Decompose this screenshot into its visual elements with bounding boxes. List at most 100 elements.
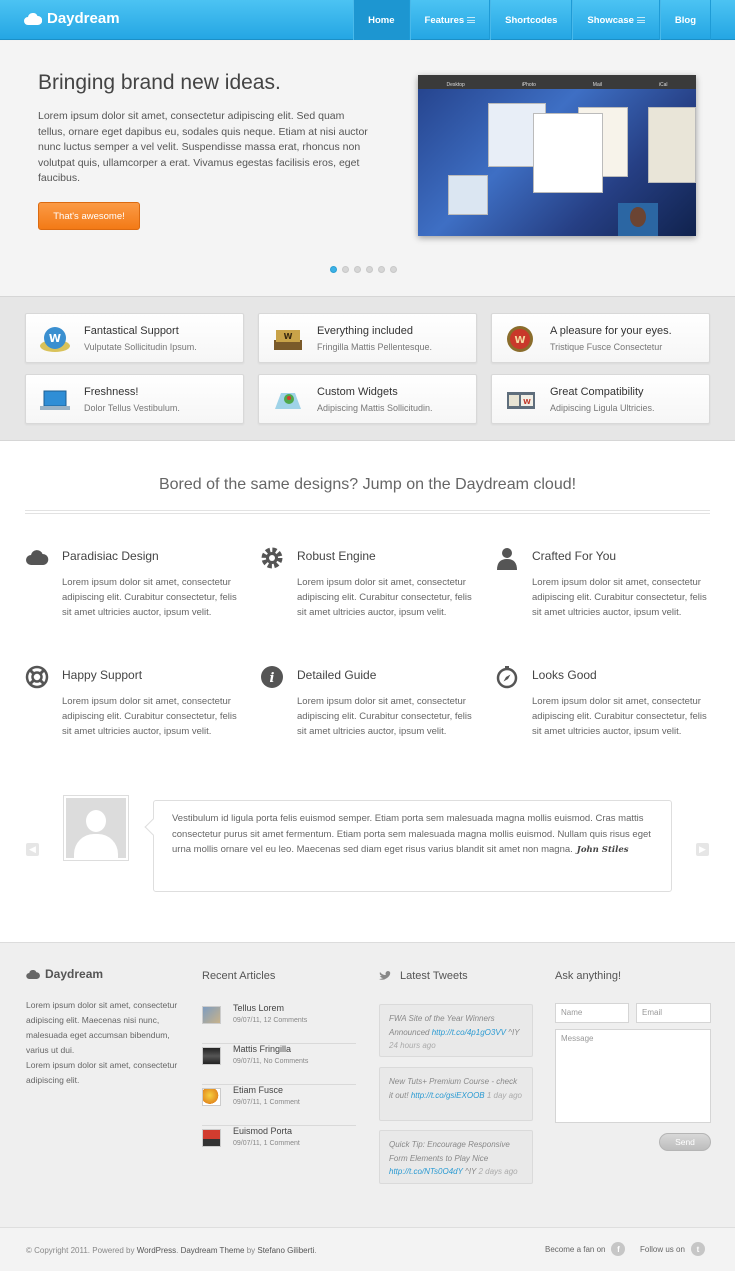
feature-box[interactable]: W A pleasure for your eyes. Tristique Fu…: [491, 313, 710, 363]
tweet-link[interactable]: http://t.co/gsiEXOOB: [411, 1091, 485, 1100]
screen-label: iPhoto: [521, 82, 536, 88]
copyright-text: © Copyright 2011. Powered by: [26, 1246, 137, 1255]
tweet-link[interactable]: http://t.co/NTs0O4dY: [389, 1167, 463, 1176]
article-title: Tellus Lorem: [233, 1003, 285, 1013]
article-meta: 09/07/11, 1 Comment: [233, 1140, 300, 1147]
feature-box-title: Custom Widgets: [317, 386, 398, 398]
send-button[interactable]: Send: [659, 1133, 711, 1151]
article-item[interactable]: Tellus Lorem 09/07/11, 12 Comments: [202, 1003, 356, 1044]
screen-label: iCal: [658, 82, 668, 88]
svg-text:W: W: [514, 335, 525, 346]
article-meta: 09/07/11, 12 Comments: [233, 1017, 308, 1024]
site-header: Daydream Home Features Shortcodes Showca…: [0, 0, 735, 40]
slider-dot[interactable]: [330, 266, 337, 273]
screen-window: [448, 175, 488, 215]
feature-box[interactable]: Freshness! Dolor Tellus Vestibulum.: [25, 374, 244, 424]
feature-text: Lorem ipsum dolor sit amet, consectetur …: [297, 577, 472, 619]
screen-photo: [618, 203, 658, 236]
author-link[interactable]: Stefano Giliberti: [257, 1246, 314, 1255]
contact-heading: Ask anything!: [555, 970, 622, 982]
cloud-icon: [26, 550, 49, 565]
feature-title: Robust Engine: [297, 549, 376, 563]
feature-text: Lorem ipsum dolor sit amet, consectetur …: [532, 577, 707, 619]
footer-about: Lorem ipsum dolor sit amet, consectetur …: [26, 1060, 178, 1085]
screen-window: [648, 107, 696, 183]
nav-features[interactable]: Features: [409, 0, 491, 40]
article-title: Euismod Porta: [233, 1126, 293, 1136]
article-thumbnail: [202, 1088, 221, 1106]
feature-box[interactable]: W Fantastical Support Vulputate Sollicit…: [25, 313, 244, 363]
svg-text:W: W: [284, 332, 293, 341]
menu-icon: [467, 16, 476, 25]
feature-box-title: Fantastical Support: [84, 325, 179, 337]
article-item[interactable]: Etiam Fusce 09/07/11, 1 Comment: [202, 1085, 356, 1126]
feature-title: Paradisiac Design: [62, 549, 159, 563]
feature-box-title: A pleasure for your eyes.: [550, 325, 672, 337]
article-item[interactable]: Euismod Porta 09/07/11, 1 Comment: [202, 1126, 356, 1167]
article-thumbnail: [202, 1006, 221, 1024]
browser-icon: W: [507, 392, 535, 409]
theme-link[interactable]: Daydream Theme: [181, 1246, 245, 1255]
wordpress-link[interactable]: WordPress: [137, 1246, 176, 1255]
bottom-bar: © Copyright 2011. Powered by WordPress. …: [0, 1227, 735, 1271]
site-logo[interactable]: Daydream: [24, 10, 120, 27]
nav-showcase-label: Showcase: [587, 14, 634, 26]
feature-box[interactable]: Custom Widgets Adipiscing Mattis Sollici…: [258, 374, 477, 424]
nav-blog-label: Blog: [674, 14, 696, 26]
site-logo-text: Daydream: [47, 10, 120, 27]
main-content: Bored of the same designs? Jump on the D…: [0, 441, 735, 942]
facebook-link[interactable]: Become a fan on f: [545, 1242, 626, 1256]
twitter-icon: t: [690, 1242, 705, 1256]
feature-box-subtitle: Dolor Tellus Vestibulum.: [84, 403, 180, 413]
slider-dot[interactable]: [378, 266, 385, 273]
slider-dot[interactable]: [354, 266, 361, 273]
email-field[interactable]: Email: [636, 1003, 711, 1023]
slider-dot[interactable]: [342, 266, 349, 273]
article-thumbnail: [202, 1047, 221, 1065]
divider: [25, 510, 710, 514]
twitter-bird-icon: [379, 971, 392, 980]
feature-title: Looks Good: [532, 668, 597, 682]
hero-slider: Bringing brand new ideas. Lorem ipsum do…: [0, 41, 735, 296]
site-footer: Daydream Lorem ipsum dolor sit amet, con…: [0, 942, 735, 1227]
tweet-user: ^IY: [508, 1027, 520, 1037]
latest-tweets-heading: Latest Tweets: [379, 970, 468, 982]
footer-about: Lorem ipsum dolor sit amet, consectetur …: [26, 1000, 178, 1055]
nav-showcase[interactable]: Showcase: [572, 0, 660, 40]
nav-home[interactable]: Home: [353, 0, 410, 40]
feature-box-subtitle: Fringilla Mattis Pellentesque.: [317, 342, 433, 352]
footer-logo[interactable]: Daydream: [26, 967, 103, 981]
nav-shortcodes[interactable]: Shortcodes: [490, 0, 573, 40]
article-title: Etiam Fusce: [233, 1085, 284, 1095]
article-item[interactable]: Mattis Fringilla 09/07/11, No Comments: [202, 1044, 356, 1085]
footer-logo-text: Daydream: [45, 967, 104, 981]
screen-window: [533, 113, 603, 193]
feature-box[interactable]: W Everything included Fringilla Mattis P…: [258, 313, 477, 363]
feature-box-title: Freshness!: [84, 386, 139, 398]
testimonial-prev-button[interactable]: ◀: [26, 843, 39, 856]
feature-box-subtitle: Adipiscing Mattis Sollicitudin.: [317, 403, 433, 413]
twitter-link[interactable]: Follow us on t: [640, 1242, 705, 1256]
hero-screenshot: Desktop iPhoto Mail iCal: [418, 75, 696, 236]
testimonial-next-button[interactable]: ▶: [696, 843, 709, 856]
tweet-link[interactable]: http://t.co/4p1gO3VV: [432, 1028, 506, 1037]
message-field[interactable]: Message: [555, 1029, 711, 1123]
slider-dot[interactable]: [390, 266, 397, 273]
cta-button[interactable]: That's awesome!: [38, 202, 140, 230]
screen-label: Desktop: [446, 82, 465, 88]
laptop-icon: [40, 390, 70, 410]
feature-text: Lorem ipsum dolor sit amet, consectetur …: [62, 696, 237, 738]
tweet-age: 1 day ago: [486, 1090, 522, 1100]
article-meta: 09/07/11, No Comments: [233, 1058, 309, 1065]
nav-blog[interactable]: Blog: [659, 0, 711, 40]
svg-text:W: W: [49, 332, 61, 345]
avatar: [63, 795, 129, 861]
name-field[interactable]: Name: [555, 1003, 629, 1023]
article-thumbnail: [202, 1129, 221, 1147]
nav-features-label: Features: [424, 14, 465, 26]
slider-dot[interactable]: [366, 266, 373, 273]
tweet: New Tuts+ Premium Course - check it out!…: [379, 1067, 533, 1121]
feature-box[interactable]: W Great Compatibility Adipiscing Ligula …: [491, 374, 710, 424]
screen-dockbar: Desktop iPhoto Mail iCal: [418, 75, 696, 89]
feature-box-title: Great Compatibility: [550, 386, 644, 398]
